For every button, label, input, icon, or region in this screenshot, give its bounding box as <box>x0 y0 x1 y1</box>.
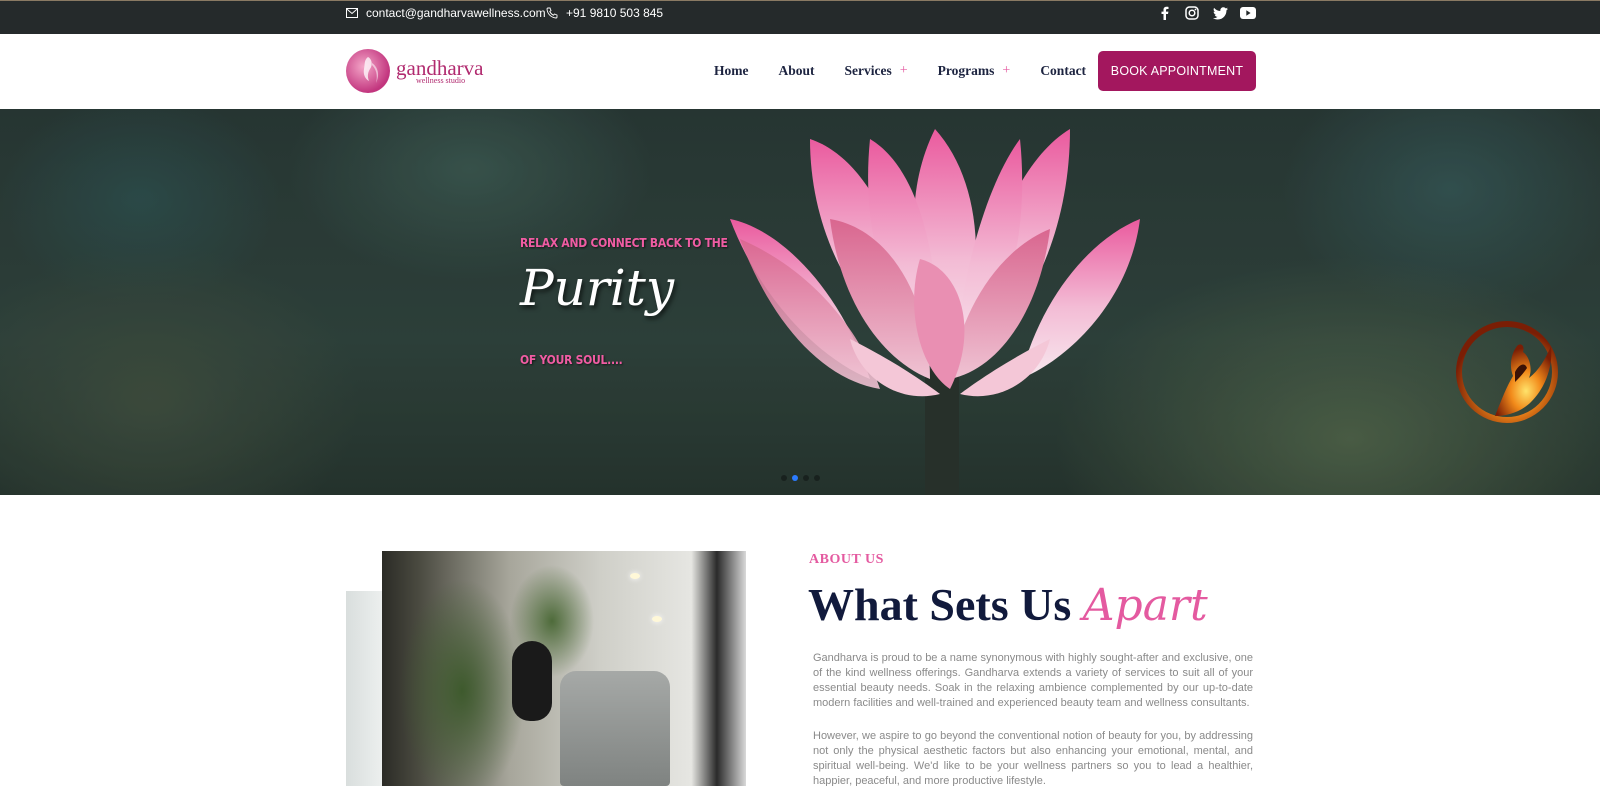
email-text: contact@gandharvawellness.com <box>366 6 546 20</box>
main-nav: Home About Services + Programs + Contact <box>714 63 1086 79</box>
nav-item-home[interactable]: Home <box>714 63 749 79</box>
nav-label: Programs <box>937 63 995 78</box>
facebook-icon[interactable] <box>1156 5 1172 21</box>
envelope-icon <box>346 7 358 19</box>
about-title-main: What Sets Us <box>808 579 1072 630</box>
plus-icon: + <box>1002 63 1011 78</box>
about-image <box>346 551 746 786</box>
about-title-accent: Apart <box>1082 580 1208 631</box>
book-appointment-button[interactable]: BOOK APPOINTMENT <box>1098 51 1256 91</box>
nav-label: Services <box>844 63 892 78</box>
twitter-icon[interactable] <box>1212 5 1228 21</box>
logo-subtitle: wellness studio <box>416 75 466 85</box>
nav-label: Contact <box>1040 63 1087 78</box>
phone-icon <box>546 7 558 19</box>
instagram-icon[interactable] <box>1184 5 1200 21</box>
phone-text: +91 9810 503 845 <box>566 6 664 20</box>
about-section-label: ABOUT US <box>809 552 884 567</box>
floating-fire-logo-icon[interactable] <box>1455 316 1563 428</box>
top-bar: contact@gandharvawellness.com +91 9810 5… <box>0 0 1600 34</box>
hero-tagline-top: RELAX AND CONNECT BACK TO THE <box>520 236 728 250</box>
nav-label: About <box>778 63 815 78</box>
slider-dot[interactable] <box>803 475 809 481</box>
slider-dot-active[interactable] <box>792 475 798 481</box>
hero-tagline-bottom: OF YOUR SOUL.... <box>520 353 623 367</box>
youtube-icon[interactable] <box>1240 5 1256 21</box>
site-logo[interactable]: gandharva wellness studio <box>346 48 486 94</box>
slider-dot[interactable] <box>781 475 787 481</box>
contact-phone[interactable]: +91 9810 503 845 <box>546 6 663 20</box>
hero-slider: RELAX AND CONNECT BACK TO THE Purity OF … <box>0 109 1600 495</box>
about-section-title: What Sets Us Apart <box>808 578 1208 631</box>
site-header: gandharva wellness studio Home About Ser… <box>0 34 1600 109</box>
nav-item-programs[interactable]: Programs + <box>938 63 1011 79</box>
hero-title: Purity <box>520 259 675 317</box>
salon-interior-photo <box>382 551 746 786</box>
slider-dot[interactable] <box>814 475 820 481</box>
nav-item-about[interactable]: About <box>779 63 815 79</box>
about-paragraph-2: However, we aspire to go beyond the conv… <box>813 730 1253 786</box>
lotus-flower-image <box>730 129 1140 495</box>
social-links <box>1156 5 1256 21</box>
contact-email[interactable]: contact@gandharvawellness.com <box>346 6 546 20</box>
nav-item-services[interactable]: Services + <box>845 63 908 79</box>
nav-label: Home <box>714 63 749 78</box>
about-paragraph-1: Gandharva is proud to be a name synonymo… <box>813 652 1253 709</box>
guitar-shape <box>512 641 552 721</box>
logo-mark-icon <box>346 49 390 93</box>
plus-icon: + <box>899 63 908 78</box>
slider-pagination <box>781 475 820 481</box>
nav-item-contact[interactable]: Contact <box>1040 63 1086 79</box>
chair-shape <box>560 671 670 786</box>
